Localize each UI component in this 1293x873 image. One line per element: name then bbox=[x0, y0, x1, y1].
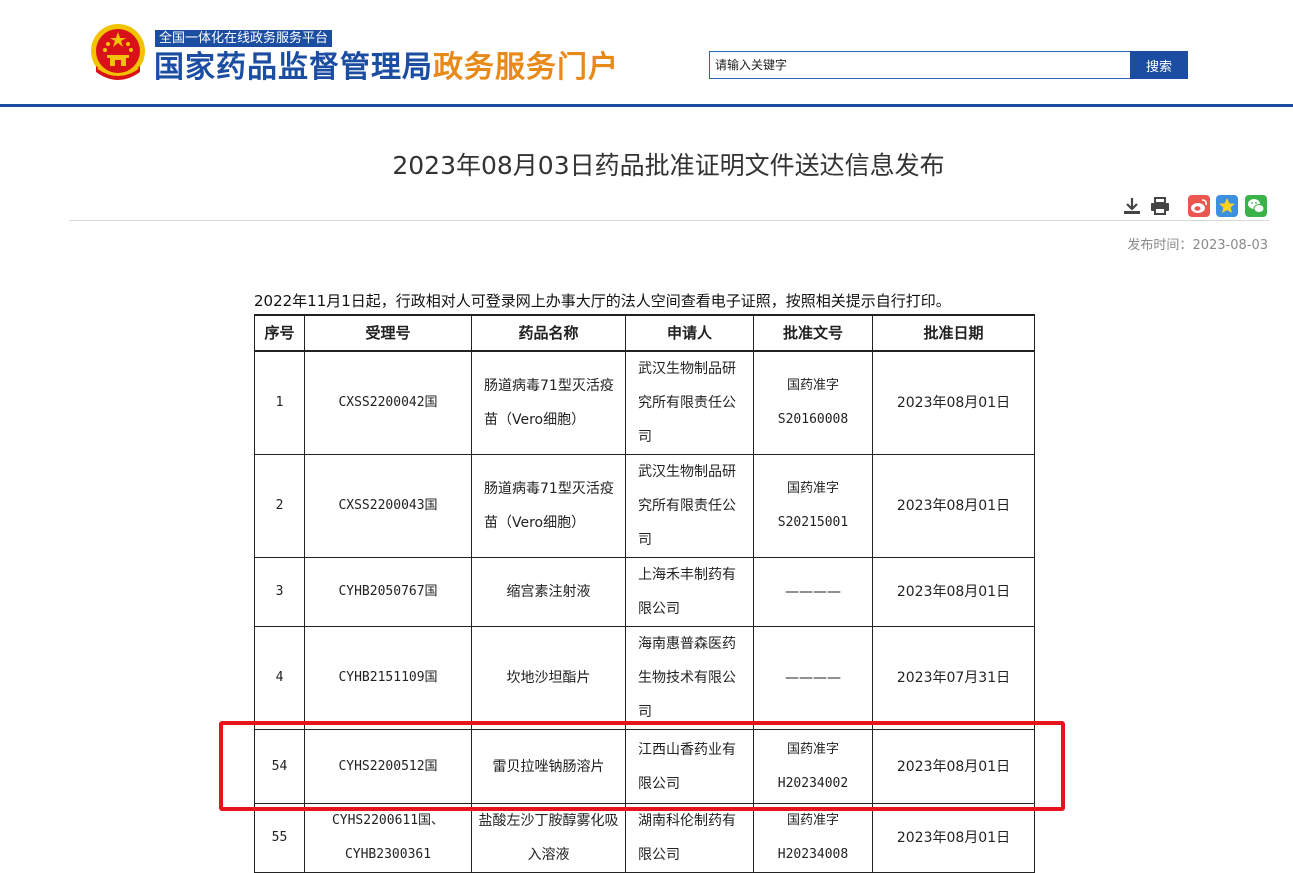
col-header-no: 序号 bbox=[254, 314, 305, 352]
cell-applicant: 武汉生物制品研究所有限责任公司 bbox=[625, 454, 754, 558]
cell-approval-no: ———— bbox=[753, 626, 873, 730]
share-weibo-button[interactable] bbox=[1188, 195, 1210, 217]
cell-approval-date: 2023年08月01日 bbox=[872, 803, 1035, 873]
cell-accept-no: CXSS2200043国 bbox=[304, 454, 472, 558]
cell-accept-no: CYHS2200611国、CYHB2300361 bbox=[304, 803, 472, 873]
table-row: 1 CXSS2200042国 肠道病毒71型灭活疫苗（Vero细胞） 武汉生物制… bbox=[254, 350, 1035, 455]
cell-approval-no: 国药准字S20160008 bbox=[753, 350, 873, 455]
weibo-icon bbox=[1188, 195, 1210, 217]
cell-approval-date: 2023年07月31日 bbox=[872, 626, 1035, 730]
cell-approval-no: 国药准字H20234002 bbox=[753, 729, 873, 804]
site-title-agency: 国家药品监督管理局 bbox=[154, 50, 433, 85]
cell-no: 3 bbox=[254, 557, 305, 627]
col-header-approval-date: 批准日期 bbox=[872, 314, 1035, 352]
favorite-button[interactable] bbox=[1216, 195, 1238, 217]
table-row: 2 CXSS2200043国 肠道病毒71型灭活疫苗（Vero细胞） 武汉生物制… bbox=[254, 454, 1035, 558]
table-row-highlighted: 54 CYHS2200512国 雷贝拉唑钠肠溶片 江西山香药业有限公司 国药准字… bbox=[254, 729, 1035, 804]
cell-applicant: 上海禾丰制药有限公司 bbox=[625, 557, 754, 627]
table-row: 3 CYHB2050767国 缩宫素注射液 上海禾丰制药有限公司 ———— 20… bbox=[254, 557, 1035, 627]
share-wechat-button[interactable] bbox=[1245, 195, 1267, 217]
col-header-drug-name: 药品名称 bbox=[471, 314, 626, 352]
download-icon bbox=[1124, 198, 1140, 214]
publish-time: 发布时间：2023-08-03 bbox=[1127, 234, 1268, 253]
cell-drug-name: 肠道病毒71型灭活疫苗（Vero细胞） bbox=[471, 454, 626, 558]
cell-drug-name: 坎地沙坦酯片 bbox=[471, 626, 626, 730]
article-title: 2023年08月03日药品批准证明文件送达信息发布 bbox=[392, 151, 945, 180]
cell-no: 55 bbox=[254, 803, 305, 873]
search-input[interactable] bbox=[709, 51, 1134, 79]
cell-no: 54 bbox=[254, 729, 305, 804]
cell-accept-no: CYHB2050767国 bbox=[304, 557, 472, 627]
print-button[interactable] bbox=[1149, 195, 1171, 217]
cell-drug-name: 肠道病毒71型灭活疫苗（Vero细胞） bbox=[471, 350, 626, 455]
col-header-approval-no: 批准文号 bbox=[753, 314, 873, 352]
national-emblem-icon bbox=[91, 24, 145, 80]
wechat-icon bbox=[1245, 195, 1267, 217]
title-divider bbox=[69, 220, 1269, 221]
cell-approval-no: 国药准字H20234008 bbox=[753, 803, 873, 873]
search-button[interactable]: 搜索 bbox=[1130, 51, 1188, 79]
cell-approval-date: 2023年08月01日 bbox=[872, 454, 1035, 558]
cell-no: 2 bbox=[254, 454, 305, 558]
table-row: 4 CYHB2151109国 坎地沙坦酯片 海南惠普森医药生物技术有限公司 ——… bbox=[254, 626, 1035, 730]
platform-tag: 全国一体化在线政务服务平台 bbox=[155, 30, 333, 47]
col-header-accept-no: 受理号 bbox=[304, 314, 472, 352]
cell-accept-no: CYHB2151109国 bbox=[304, 626, 472, 730]
publish-time-value: 2023-08-03 bbox=[1192, 238, 1268, 253]
approval-table: 序号 受理号 药品名称 申请人 批准文号 批准日期 1 CXSS2200042国… bbox=[254, 314, 1035, 873]
site-title-portal: 政务服务门户 bbox=[433, 50, 619, 85]
cell-approval-date: 2023年08月01日 bbox=[872, 350, 1035, 455]
favorite-icon bbox=[1216, 195, 1238, 217]
cell-no: 1 bbox=[254, 350, 305, 455]
cell-approval-no: 国药准字S20215001 bbox=[753, 454, 873, 558]
cell-drug-name: 盐酸左沙丁胺醇雾化吸入溶液 bbox=[471, 803, 626, 873]
table-header-row: 序号 受理号 药品名称 申请人 批准文号 批准日期 bbox=[254, 314, 1035, 352]
cell-approval-no: ———— bbox=[753, 557, 873, 627]
cell-applicant: 江西山香药业有限公司 bbox=[625, 729, 754, 804]
cell-applicant: 武汉生物制品研究所有限责任公司 bbox=[625, 350, 754, 455]
cell-drug-name: 雷贝拉唑钠肠溶片 bbox=[471, 729, 626, 804]
cell-accept-no: CXSS2200042国 bbox=[304, 350, 472, 455]
cell-applicant: 海南惠普森医药生物技术有限公司 bbox=[625, 626, 754, 730]
cell-approval-date: 2023年08月01日 bbox=[872, 729, 1035, 804]
cell-applicant: 湖南科伦制药有限公司 bbox=[625, 803, 754, 873]
article-intro: 2022年11月1日起，行政相对人可登录网上办事大厅的法人空间查看电子证照，按照… bbox=[254, 292, 951, 310]
site-title[interactable]: 国家药品监督管理局政务服务门户 bbox=[154, 49, 619, 87]
cell-accept-no: CYHS2200512国 bbox=[304, 729, 472, 804]
header-divider bbox=[0, 104, 1293, 107]
site-header: 全国一体化在线政务服务平台 国家药品监督管理局政务服务门户 搜索 bbox=[0, 0, 1293, 104]
table-row: 55 CYHS2200611国、CYHB2300361 盐酸左沙丁胺醇雾化吸入溶… bbox=[254, 803, 1035, 873]
publish-time-label: 发布时间： bbox=[1127, 238, 1193, 253]
download-button[interactable] bbox=[1121, 195, 1143, 217]
col-header-applicant: 申请人 bbox=[625, 314, 754, 352]
print-icon bbox=[1151, 197, 1169, 215]
cell-no: 4 bbox=[254, 626, 305, 730]
cell-approval-date: 2023年08月01日 bbox=[872, 557, 1035, 627]
cell-drug-name: 缩宫素注射液 bbox=[471, 557, 626, 627]
